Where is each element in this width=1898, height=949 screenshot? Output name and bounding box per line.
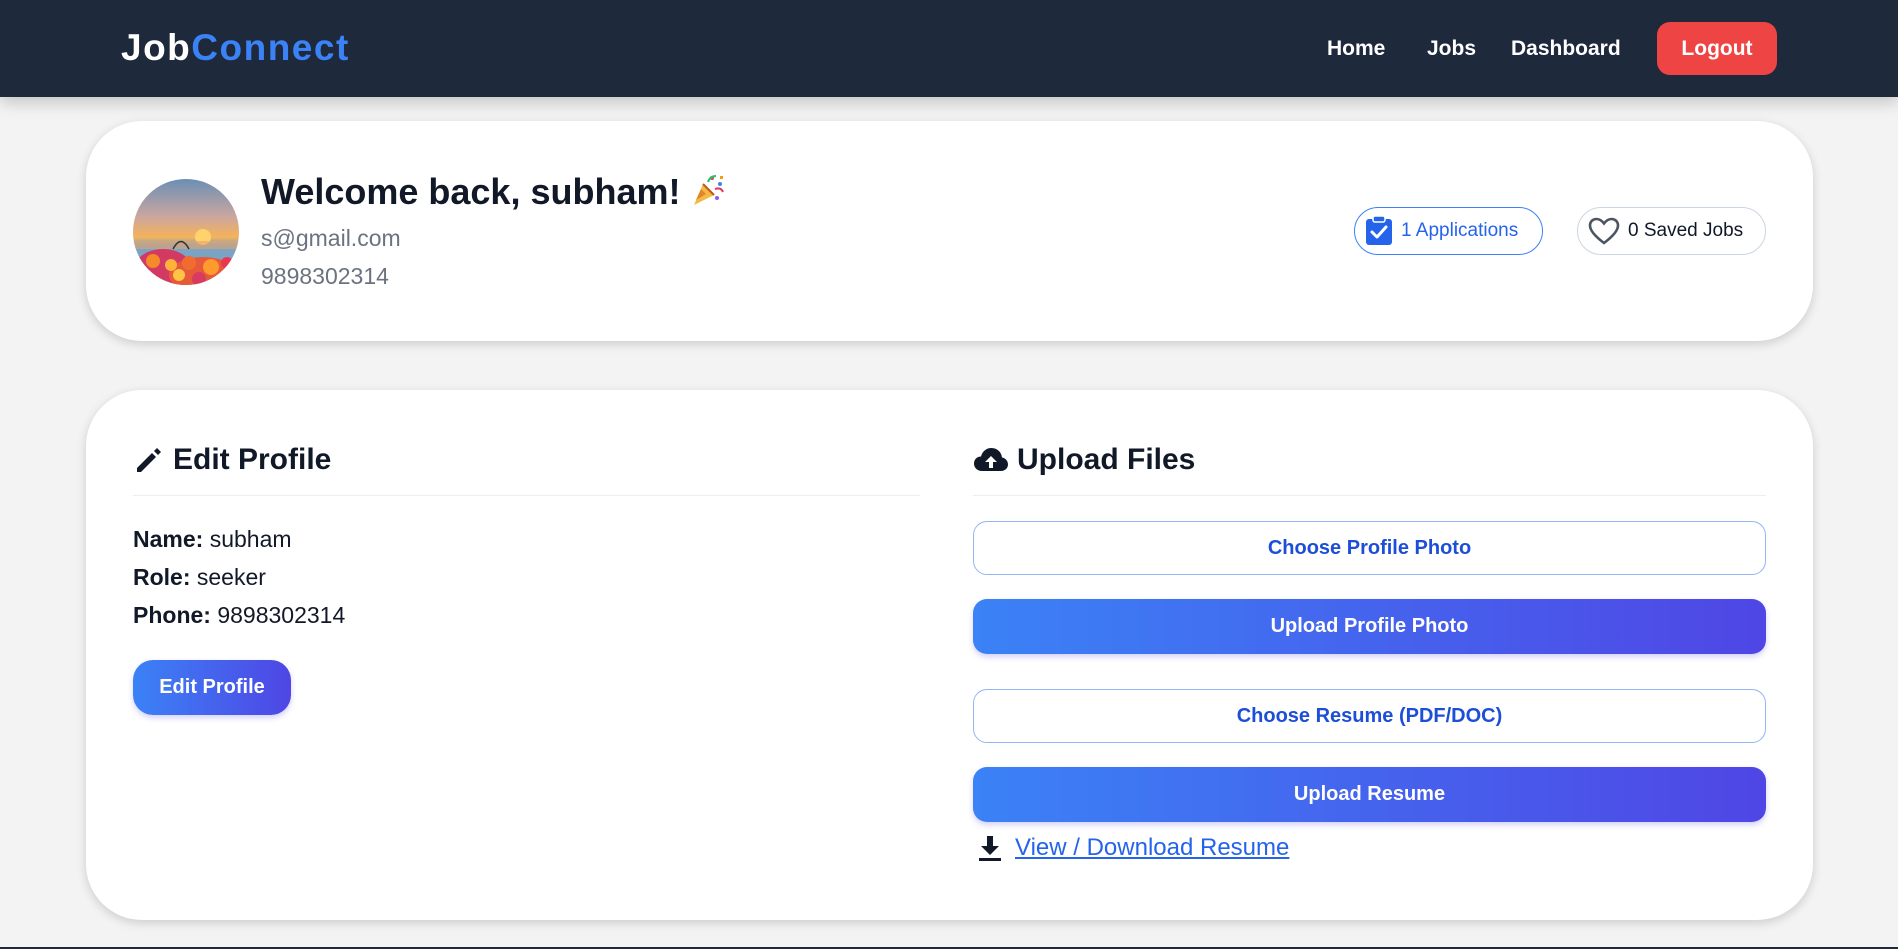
upload-files-heading: Upload Files [973,442,1195,478]
nav-link-dashboard[interactable]: Dashboard [1511,36,1621,62]
brand-logo[interactable]: JobConnect [121,26,350,70]
nav-link-home[interactable]: Home [1327,36,1385,62]
edit-profile-button[interactable]: Edit Profile [133,660,291,715]
download-resume-row: View / Download Resume [977,834,1289,862]
profile-card: Welcome back, subham! s@gmail.com 989830… [86,121,1813,341]
role-label: Role: [133,564,191,590]
view-download-resume-link[interactable]: View / Download Resume [1015,834,1289,862]
upload-files-title: Upload Files [1017,443,1196,476]
welcome-heading: Welcome back, subham! [261,171,726,217]
profile-email: s@gmail.com [261,225,401,251]
upload-profile-photo-button[interactable]: Upload Profile Photo [973,599,1766,654]
applications-badge[interactable]: 1 Applications [1354,207,1543,255]
nav-link-jobs[interactable]: Jobs [1427,36,1476,62]
upload-resume-button[interactable]: Upload Resume [973,767,1766,822]
cloud-upload-icon [973,446,1009,474]
choose-resume-button[interactable]: Choose Resume (PDF/DOC) [973,689,1766,743]
settings-card: Edit Profile Name: subham Role: seeker P… [86,390,1813,920]
logout-button[interactable]: Logout [1657,22,1777,75]
name-label: Name: [133,526,204,552]
info-role: Role: seeker [133,563,266,591]
name-value: subham [209,526,292,552]
edit-profile-title: Edit Profile [173,443,332,476]
party-popper-icon [690,172,726,217]
brand-part-job: Job [121,27,192,68]
saved-jobs-badge[interactable]: 0 Saved Jobs [1577,207,1766,255]
saved-jobs-count: 0 Saved Jobs [1628,220,1744,241]
phone-value: 9898302314 [217,602,346,628]
choose-profile-photo-button[interactable]: Choose Profile Photo [973,521,1766,575]
role-value: seeker [196,564,266,590]
divider [133,495,920,496]
applications-count: 1 Applications [1401,220,1519,241]
edit-profile-heading: Edit Profile [133,442,331,478]
phone-label: Phone: [133,602,211,628]
avatar [133,179,239,285]
info-phone: Phone: 9898302314 [133,601,345,629]
brand-part-connect: Connect [191,27,350,68]
download-icon [977,834,1003,862]
info-name: Name: subham [133,525,292,553]
profile-phone: 9898302314 [261,263,389,289]
welcome-text: Welcome back, subham! [261,171,681,212]
pencil-icon [133,444,165,476]
heart-icon [1588,217,1620,245]
clipboard-check-icon [1365,216,1393,246]
divider [973,495,1766,496]
navbar: JobConnect Home Jobs Dashboard Logout [0,0,1898,97]
